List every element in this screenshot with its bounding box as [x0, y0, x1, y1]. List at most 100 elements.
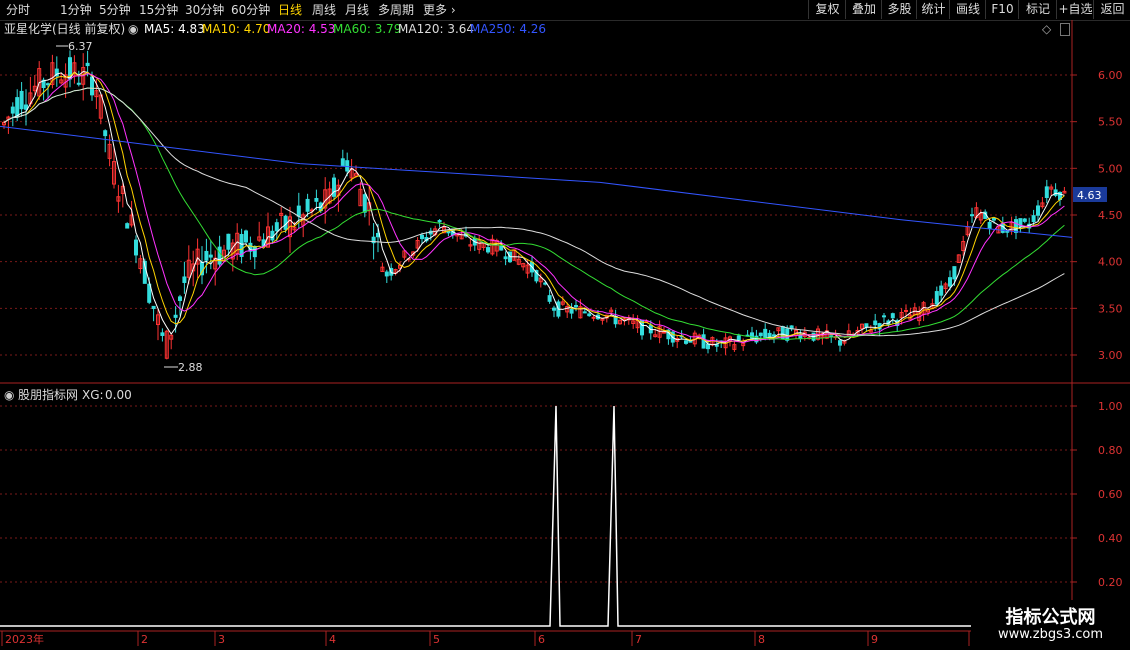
ma-lines [0, 70, 1073, 346]
watermark-url: www.zbgs3.com [997, 627, 1104, 642]
candle-body [296, 205, 301, 217]
candle-body [591, 316, 596, 319]
candle-body [939, 285, 944, 296]
candle-body [182, 276, 187, 283]
candle-body [934, 291, 939, 305]
candle-body [345, 160, 350, 172]
candle-body [1044, 186, 1049, 198]
candle-body [10, 106, 15, 114]
watermark-title: 指标公式网 [1005, 607, 1096, 628]
candle-body [437, 220, 442, 223]
month-label: 3 [218, 633, 225, 646]
candle-body [85, 62, 90, 67]
candle-body [706, 343, 710, 350]
candle-body [882, 315, 886, 318]
candle-body [1036, 205, 1040, 216]
candle-body [780, 326, 785, 339]
candle-body [239, 234, 244, 257]
axes: 6.00 5.50 5.00 4.50 4.00 3.50 3.00 1.00 0.80 0.60… [1, 69, 1123, 646]
indicator-axis-label: 0.80 [1098, 444, 1123, 457]
candle-body [763, 328, 768, 338]
candle-body [904, 309, 908, 312]
candle-body [552, 307, 556, 311]
candle-body [15, 97, 20, 118]
candle-body [838, 340, 842, 346]
candle-body [714, 344, 719, 347]
price-axis-label: 5.50 [1098, 116, 1123, 129]
candle-body [547, 295, 552, 302]
candle-body [160, 332, 165, 336]
month-label: 2023年 [5, 632, 44, 646]
candle-body [274, 222, 279, 232]
candle-body [948, 277, 952, 287]
candle-body [662, 331, 666, 334]
price-axis-label: 5.00 [1098, 162, 1123, 175]
candle-body [684, 340, 688, 344]
candle-body [970, 214, 974, 217]
month-label: 4 [329, 633, 336, 646]
candle-body [208, 254, 213, 258]
candle-body [890, 313, 895, 319]
candle-body [178, 296, 182, 301]
candle-body [314, 198, 319, 202]
indicator-axis-label: 0.40 [1098, 532, 1123, 545]
candle-body [19, 90, 24, 110]
candle-body [204, 250, 209, 261]
candle-body [785, 328, 790, 341]
candle-body [252, 245, 257, 258]
candle-body [1000, 223, 1005, 233]
candle-body [1031, 215, 1036, 223]
month-label: 6 [538, 633, 545, 646]
price-axis-label: 3.00 [1098, 349, 1123, 362]
candle-body [362, 194, 367, 213]
candle-body [76, 82, 81, 85]
ma10-line [3, 71, 1065, 345]
candle-body [1053, 189, 1058, 196]
price-axis-label: 6.00 [1098, 69, 1123, 82]
candles [2, 50, 1067, 360]
candle-body [305, 198, 310, 212]
current-price-label: 4.63 [1077, 189, 1102, 202]
candle-body [340, 158, 345, 167]
candle-body [384, 271, 389, 277]
candle-body [420, 234, 424, 240]
candle-body [46, 83, 50, 86]
candle-body [503, 256, 508, 260]
low-marker-label: 2.88 [178, 361, 203, 374]
candle-body [873, 320, 878, 326]
candle-body [569, 308, 574, 314]
candle-body [736, 335, 741, 341]
candle-body [574, 305, 578, 308]
candle-body [952, 266, 957, 280]
candle-body [244, 230, 248, 243]
month-label: 8 [758, 633, 765, 646]
month-label: 9 [871, 633, 878, 646]
indicator-axis-label: 0.20 [1098, 576, 1123, 589]
candle-body [1022, 218, 1027, 222]
indicator-plot [0, 405, 1072, 627]
month-label: 7 [635, 633, 642, 646]
candle-body [332, 177, 336, 197]
low-marker: 2.88 [164, 361, 203, 374]
candle-body [24, 104, 28, 110]
candle-body [587, 313, 592, 317]
month-label: 2 [141, 633, 148, 646]
candle-body [217, 246, 222, 265]
candle-body [992, 217, 996, 221]
candle-body [1014, 219, 1018, 233]
candle-body [987, 221, 992, 230]
price-axis-label: 4.50 [1098, 209, 1123, 222]
indicator-axis-label: 1.00 [1098, 400, 1123, 413]
candle-body [134, 239, 138, 256]
month-label: 5 [433, 633, 440, 646]
high-marker-label: 6.37 [68, 40, 93, 53]
candle-body [226, 233, 231, 250]
candle-body [103, 130, 108, 137]
candle-body [151, 305, 156, 310]
candle-body [125, 223, 130, 229]
xg-line [0, 405, 1072, 627]
candle-body [582, 311, 587, 314]
indicator-axis-label: 0.60 [1098, 488, 1123, 501]
candle-body [701, 334, 706, 349]
candle-body [772, 334, 776, 337]
